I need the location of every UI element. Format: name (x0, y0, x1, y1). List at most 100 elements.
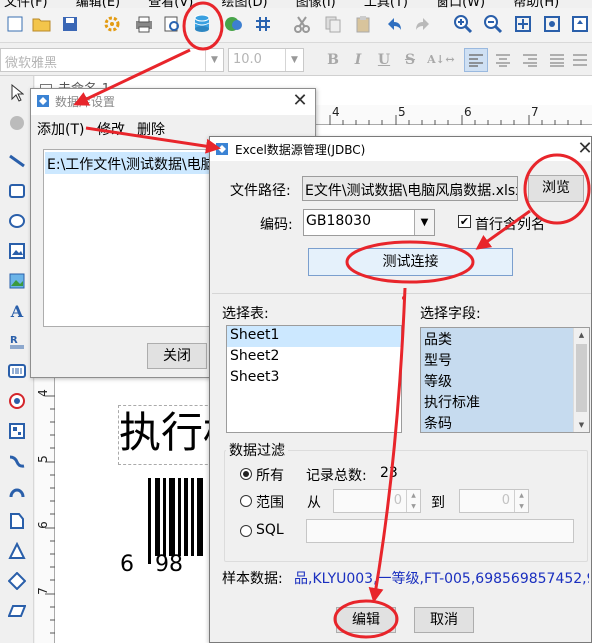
list-item[interactable]: 执行标准 (421, 391, 589, 412)
list-item[interactable]: Sheet3 (227, 368, 401, 389)
filter-range-radio[interactable] (240, 495, 252, 507)
open-folder-icon[interactable] (30, 12, 54, 36)
first-row-label: 首行含列名 (475, 217, 545, 233)
database-settings-icon[interactable] (190, 12, 214, 36)
font-family-select[interactable]: 微软雅黑 ▼ (0, 48, 224, 72)
encoding-select[interactable]: GB18030 ▼ (303, 209, 435, 236)
list-item[interactable]: 品类 (421, 328, 589, 349)
canvas-text-value: 执行标 (119, 408, 217, 457)
stepper-arrows-icon[interactable]: ▲ ▼ (514, 490, 528, 512)
zoom-fit-icon[interactable] (511, 12, 535, 36)
ruler-tick-label: 7 (35, 587, 50, 595)
list-item[interactable]: Sheet1 (227, 326, 401, 347)
ellipse-tool-icon[interactable] (6, 210, 28, 232)
arc-tool-icon[interactable] (6, 480, 28, 502)
select-pointer-icon[interactable] (6, 82, 28, 104)
line-tool-icon[interactable] (6, 150, 28, 172)
filter-sql-radio[interactable] (240, 525, 252, 537)
table-list[interactable]: Sheet1 Sheet2 Sheet3 (226, 325, 402, 433)
scrollbar-thumb[interactable] (576, 344, 587, 412)
print-preview-icon[interactable] (160, 12, 184, 36)
font-size-value: 10.0 (233, 52, 262, 67)
edit-menu-item[interactable]: 修改 (97, 119, 125, 139)
filter-all-radio[interactable] (240, 468, 252, 480)
italic-icon[interactable]: I (348, 50, 368, 70)
image-tool-icon[interactable] (6, 240, 28, 262)
chevron-down-icon[interactable]: ▼ (414, 210, 434, 235)
scroll-up-icon[interactable]: ▲ (574, 328, 589, 342)
diamond-tool-icon[interactable] (6, 570, 28, 592)
cancel-button[interactable]: 取消 (414, 607, 474, 633)
field-list[interactable]: 品类 型号 等级 执行标准 条码 ▲ ▼ (420, 327, 590, 433)
underline-icon[interactable]: U (374, 50, 394, 70)
list-item[interactable]: 型号 (421, 349, 589, 370)
align-left-icon[interactable] (464, 48, 488, 72)
edit-button[interactable]: 编辑 (336, 607, 396, 633)
add-menu-item[interactable]: 添加(T) (37, 119, 84, 139)
picture-tool-icon[interactable] (6, 270, 28, 292)
ruler-tick-label: 7 (531, 105, 539, 119)
align-right-icon[interactable] (518, 48, 542, 72)
zoom-out-icon[interactable] (481, 12, 505, 36)
chevron-down-icon[interactable]: ▼ (205, 49, 223, 71)
delete-menu-item[interactable]: 删除 (137, 119, 165, 139)
strikethrough-icon[interactable]: S (400, 50, 420, 70)
cut-icon[interactable] (290, 12, 314, 36)
stepper-arrows-icon[interactable]: ▲ ▼ (406, 490, 420, 512)
close-button[interactable]: 关闭 (147, 343, 207, 369)
close-icon[interactable]: ✕ (574, 138, 592, 160)
browse-button[interactable]: 浏览 (528, 175, 584, 202)
file-path-field[interactable]: E文件\测试数据\电脑风扇数据.xlsx (302, 176, 518, 201)
grid-icon[interactable] (251, 12, 275, 36)
first-row-checkbox[interactable]: ✔ (458, 215, 471, 228)
from-stepper[interactable]: 0 ▲ ▼ (333, 489, 421, 513)
to-stepper[interactable]: 0 ▲ ▼ (459, 489, 529, 513)
rich-text-tool-icon[interactable]: R (6, 330, 28, 352)
font-size-select[interactable]: 10.0 ▼ (228, 48, 304, 72)
undo-icon[interactable] (382, 12, 406, 36)
scroll-down-icon[interactable]: ▼ (574, 418, 589, 432)
redo-icon[interactable] (411, 12, 435, 36)
list-item[interactable]: 条码 (421, 412, 589, 432)
curve-tool-icon[interactable] (6, 450, 28, 472)
triangle-tool-icon[interactable] (6, 540, 28, 562)
text-width-icon[interactable]: ↔ (440, 50, 460, 70)
seal-tool-icon[interactable] (6, 390, 28, 412)
rectangle-tool-icon[interactable] (6, 180, 28, 202)
new-file-icon[interactable] (3, 12, 27, 36)
ruler-tick-label: 4 (332, 105, 340, 119)
align-justify-icon[interactable] (545, 48, 569, 72)
list-item[interactable]: Sheet2 (227, 347, 401, 368)
polygon-tool-icon[interactable] (6, 510, 28, 532)
horizontal-ruler: 4 5 6 7 (300, 105, 592, 125)
barcode-tool-icon[interactable] (6, 360, 28, 382)
test-connection-button[interactable]: 测试连接 (308, 248, 513, 276)
dialog-title: 数据库设置 (55, 95, 116, 109)
canvas-text-object[interactable]: 执行标 (118, 405, 218, 465)
save-icon[interactable] (58, 12, 82, 36)
qrcode-tool-icon[interactable] (6, 420, 28, 442)
paste-icon[interactable] (351, 12, 375, 36)
from-label: 从 (307, 495, 321, 511)
list-item[interactable]: 等级 (421, 370, 589, 391)
settings-gear-icon[interactable] (100, 12, 124, 36)
image-library-icon[interactable] (222, 12, 246, 36)
actual-size-icon[interactable] (540, 12, 564, 36)
align-center-icon[interactable] (491, 48, 515, 72)
ruler-tick-label: 4 (35, 389, 50, 397)
record-total-label: 记录总数: (306, 468, 367, 484)
pan-tool-icon[interactable] (6, 112, 28, 134)
print-icon[interactable] (132, 12, 156, 36)
parallelogram-tool-icon[interactable] (6, 600, 28, 622)
chevron-down-icon[interactable]: ▼ (285, 49, 303, 71)
close-icon[interactable]: ✕ (289, 90, 311, 112)
sql-input[interactable] (306, 519, 574, 543)
fullscreen-icon[interactable] (568, 12, 592, 36)
select-field-label: 选择字段: (420, 306, 481, 322)
bold-icon[interactable]: B (323, 50, 343, 70)
text-tool-icon[interactable]: A (6, 300, 28, 322)
field-list-scrollbar[interactable]: ▲ ▼ (573, 328, 589, 432)
zoom-in-icon[interactable] (451, 12, 475, 36)
align-distribute-icon[interactable] (568, 48, 592, 72)
copy-icon[interactable] (321, 12, 345, 36)
